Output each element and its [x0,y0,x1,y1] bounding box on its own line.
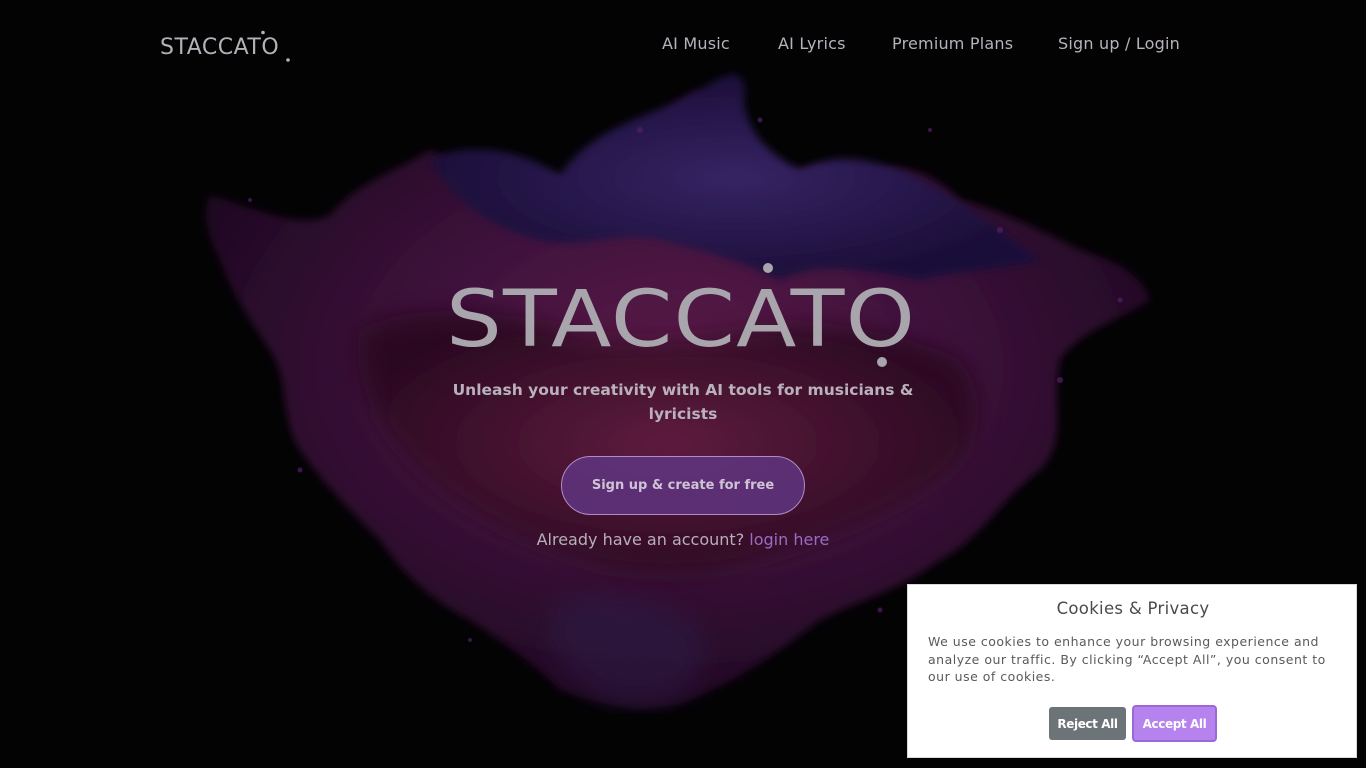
login-prompt-text: Already have an account? [536,530,745,549]
hero-logo: STACCATO [446,262,920,370]
logo-dot-bottom-icon [286,58,290,62]
cookie-title: Cookies & Privacy [1056,599,1210,618]
cookie-description: We use cookies to enhance your browsing … [928,634,1326,684]
hero-dot-top-icon [763,263,773,273]
top-navigation: AI Music AI Lyrics Premium Plans Sign up… [0,34,1366,56]
login-prompt: Already have an account? login here [446,530,920,549]
nav-ai-lyrics[interactable]: AI Lyrics [778,34,846,53]
nav-sign-up-login[interactable]: Sign up / Login [1058,34,1180,53]
nav-ai-music[interactable]: AI Music [662,34,730,53]
reject-all-button[interactable]: Reject All [1049,707,1126,740]
hero-dot-bottom-icon [877,357,887,367]
hero-tagline: Unleash your creativity with AI tools fo… [452,381,914,423]
nav-premium-plans[interactable]: Premium Plans [892,34,1013,53]
hero-wordmark: STACCATO [446,275,916,365]
cookie-consent-panel: Cookies & Privacy We use cookies to enha… [907,584,1357,758]
sign-up-create-button[interactable]: Sign up & create for free [561,456,805,515]
accept-all-button[interactable]: Accept All [1132,705,1217,742]
login-here-link[interactable]: login here [749,530,829,549]
